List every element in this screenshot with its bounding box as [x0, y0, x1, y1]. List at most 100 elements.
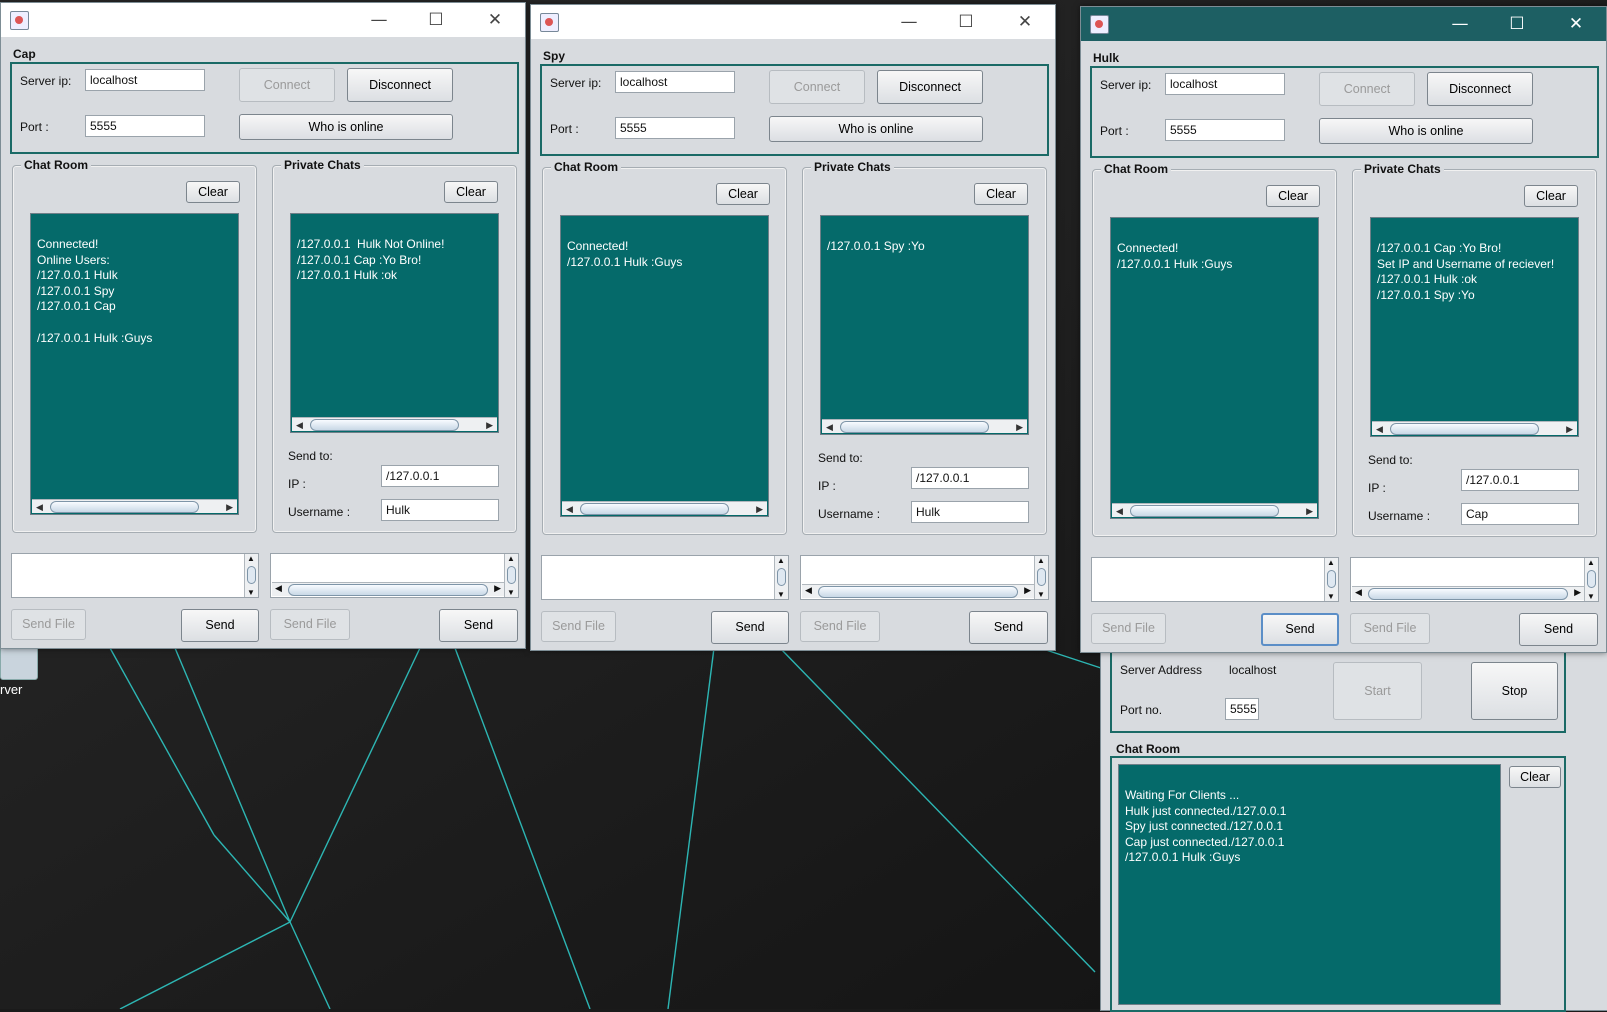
maximize-icon[interactable]: ☐ — [943, 5, 989, 39]
private-send-button[interactable]: Send — [439, 609, 518, 642]
private-message-input[interactable]: ▲ ▼ ◀ ▶ — [270, 553, 519, 598]
vertical-scrollbar[interactable]: ▲ ▼ — [1324, 558, 1338, 601]
who-is-online-button[interactable]: Who is online — [769, 116, 983, 142]
vertical-scrollbar[interactable]: ▲ ▼ — [504, 554, 518, 597]
port-field[interactable]: 5555 — [85, 115, 205, 137]
horizontal-scrollbar[interactable]: ◀ ▶ — [802, 584, 1034, 598]
spy-window: — ☐ ✕ Spy Server ip: localhost Port : 55… — [530, 4, 1056, 651]
vertical-scrollbar[interactable]: ▲ ▼ — [244, 554, 258, 597]
private-send-file-button[interactable]: Send File — [1350, 613, 1430, 644]
chat-line: Cap just connected./127.0.0.1 — [1125, 834, 1285, 849]
chat-send-button[interactable]: Send — [1261, 613, 1339, 646]
minimize-icon[interactable]: — — [1437, 7, 1483, 41]
horizontal-scrollbar[interactable]: ◀ ▶ — [272, 582, 504, 596]
horizontal-scrollbar[interactable]: ◀ ▶ — [32, 499, 237, 513]
chat-send-file-button[interactable]: Send File — [1091, 613, 1166, 644]
recipient-ip-field[interactable]: /127.0.0.1 — [381, 465, 499, 487]
server-port-label: Port no. — [1120, 703, 1163, 717]
connect-button[interactable]: Connect — [769, 70, 865, 104]
chat-message-input[interactable]: ▲ ▼ — [11, 553, 259, 598]
private-message-input[interactable]: ▲ ▼ ◀ ▶ — [1350, 557, 1599, 602]
chat-line: /127.0.0.1 Cap :Yo Bro! — [1377, 241, 1502, 255]
chat-line: /127.0.0.1 Hulk Not Online! — [297, 237, 445, 251]
minimize-icon[interactable]: — — [886, 5, 932, 39]
hulk-window: — ☐ ✕ Hulk Server ip: localhost Port : 5… — [1080, 6, 1607, 653]
chat-line: /127.0.0.1 Hulk :Guys — [1125, 850, 1241, 865]
horizontal-scrollbar[interactable]: ◀ ▶ — [292, 417, 497, 431]
who-is-online-button[interactable]: Who is online — [1319, 118, 1533, 144]
horizontal-scrollbar[interactable]: ◀ ▶ — [1372, 421, 1577, 435]
cap-titlebar[interactable]: — ☐ ✕ — [1, 3, 525, 37]
server-chat-log: Waiting For Clients ... Hulk just connect… — [1118, 764, 1501, 1005]
recipient-username-field[interactable]: Hulk — [911, 501, 1029, 523]
private-send-file-button[interactable]: Send File — [800, 611, 880, 642]
close-icon[interactable]: ✕ — [1553, 7, 1599, 41]
private-clear-button[interactable]: Clear — [444, 181, 498, 203]
close-icon[interactable]: ✕ — [472, 3, 518, 37]
hulk-titlebar[interactable]: — ☐ ✕ — [1081, 7, 1606, 41]
server-ip-field[interactable]: localhost — [615, 71, 735, 93]
close-icon[interactable]: ✕ — [1002, 5, 1048, 39]
connect-button[interactable]: Connect — [1319, 72, 1415, 106]
server-chat-room-title: Chat Room — [1116, 742, 1180, 756]
horizontal-scrollbar[interactable]: ◀ ▶ — [1352, 586, 1584, 600]
server-ip-field[interactable]: localhost — [1165, 73, 1285, 95]
chat-clear-button[interactable]: Clear — [716, 183, 770, 205]
chat-line: /127.0.0.1 Hulk — [37, 268, 118, 283]
chat-room-title: Chat Room — [551, 160, 621, 174]
chat-send-file-button[interactable]: Send File — [541, 611, 616, 642]
private-clear-button[interactable]: Clear — [974, 183, 1028, 205]
disconnect-button[interactable]: Disconnect — [877, 70, 983, 104]
disconnect-button[interactable]: Disconnect — [347, 68, 453, 102]
private-send-button[interactable]: Send — [1519, 613, 1598, 646]
chat-clear-button[interactable]: Clear — [186, 181, 240, 203]
server-ip-field[interactable]: localhost — [85, 69, 205, 91]
chat-message-input[interactable]: ▲ ▼ — [541, 555, 789, 600]
horizontal-scrollbar[interactable]: ◀ ▶ — [1112, 503, 1317, 517]
stop-button[interactable]: Stop — [1471, 662, 1558, 720]
private-send-file-button[interactable]: Send File — [270, 609, 350, 640]
minimize-icon[interactable]: — — [356, 3, 402, 37]
private-chat-log: /127.0.0.1 Cap :Yo Bro! Set IP and Userna… — [1370, 217, 1579, 437]
ip-label: IP : — [818, 479, 836, 493]
server-window: Server Address localhost Port no. 5555 S… — [1100, 600, 1607, 1012]
spy-window-name: Spy — [543, 49, 566, 63]
vertical-scrollbar[interactable]: ▲ ▼ — [1034, 556, 1048, 599]
recipient-ip-field[interactable]: /127.0.0.1 — [911, 467, 1029, 489]
disconnect-button[interactable]: Disconnect — [1427, 72, 1533, 106]
server-port-field[interactable]: 5555 — [1225, 698, 1259, 720]
maximize-icon[interactable]: ☐ — [413, 3, 459, 37]
chat-line: Hulk just connected./127.0.0.1 — [1125, 803, 1287, 818]
chat-message-input[interactable]: ▲ ▼ — [1091, 557, 1339, 602]
chat-send-button[interactable]: Send — [181, 609, 259, 642]
chat-send-button[interactable]: Send — [711, 611, 789, 644]
private-send-button[interactable]: Send — [969, 611, 1048, 644]
recipient-username-field[interactable]: Cap — [1461, 503, 1579, 525]
port-label: Port : — [550, 122, 579, 136]
port-field[interactable]: 5555 — [1165, 119, 1285, 141]
maximize-icon[interactable]: ☐ — [1494, 7, 1540, 41]
recipient-ip-field[interactable]: /127.0.0.1 — [1461, 469, 1579, 491]
chat-clear-button[interactable]: Clear — [1266, 185, 1320, 207]
vertical-scrollbar[interactable]: ▲ ▼ — [1584, 558, 1598, 601]
private-clear-button[interactable]: Clear — [1524, 185, 1578, 207]
server-ip-label: Server ip: — [1100, 78, 1152, 92]
horizontal-scrollbar[interactable]: ◀ ▶ — [822, 419, 1027, 433]
chat-room-log: Connected!/127.0.0.1 Hulk :Guys ◀ ▶ — [560, 215, 769, 517]
chat-send-file-button[interactable]: Send File — [11, 609, 86, 640]
recipient-username-field[interactable]: Hulk — [381, 499, 499, 521]
connect-button[interactable]: Connect — [239, 68, 335, 102]
start-button[interactable]: Start — [1333, 662, 1422, 720]
spy-titlebar[interactable]: — ☐ ✕ — [531, 5, 1055, 39]
private-message-input[interactable]: ▲ ▼ ◀ ▶ — [800, 555, 1049, 600]
server-clear-button[interactable]: Clear — [1509, 766, 1561, 788]
horizontal-scrollbar[interactable]: ◀ ▶ — [562, 501, 767, 515]
java-cup-icon — [540, 13, 559, 32]
send-to-label: Send to: — [1368, 453, 1413, 467]
private-chat-log: /127.0.0.1 Spy :Yo ◀ ▶ — [820, 215, 1029, 435]
who-is-online-button[interactable]: Who is online — [239, 114, 453, 140]
vertical-scrollbar[interactable]: ▲ ▼ — [774, 556, 788, 599]
chat-line: /127.0.0.1 Hulk :Guys — [1117, 256, 1233, 271]
username-label: Username : — [288, 505, 351, 519]
port-field[interactable]: 5555 — [615, 117, 735, 139]
